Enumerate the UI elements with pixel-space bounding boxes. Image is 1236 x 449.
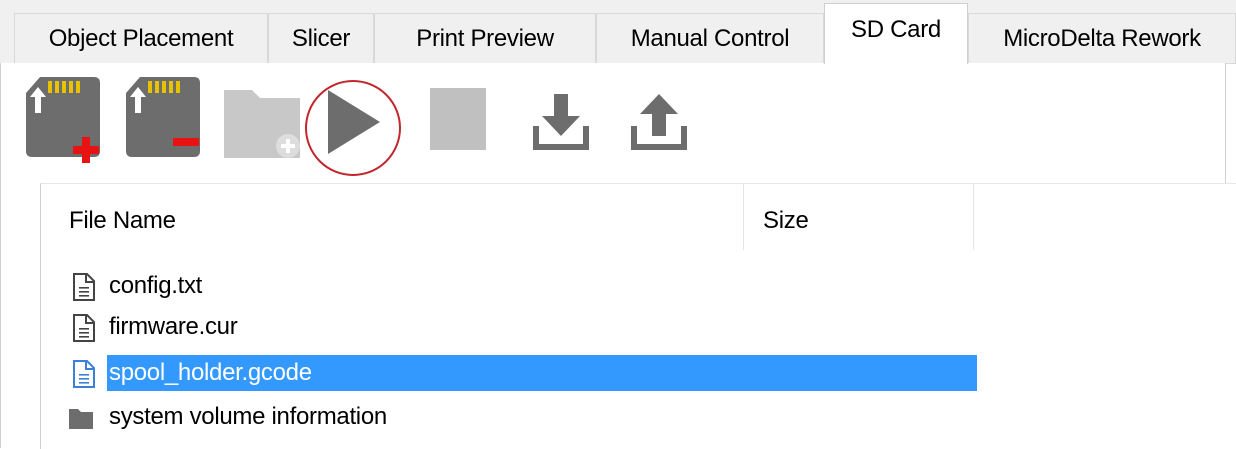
tab-print-preview[interactable]: Print Preview — [374, 13, 596, 63]
eject-sd-card-button[interactable] — [124, 75, 206, 165]
tab-microdelta-rework[interactable]: MicroDelta Rework — [968, 13, 1236, 63]
stop-button[interactable] — [428, 86, 490, 154]
new-folder-button[interactable] — [222, 86, 306, 164]
upload-button[interactable] — [628, 92, 690, 154]
insert-sd-card-button[interactable] — [24, 75, 106, 165]
file-name: config.txt — [109, 272, 203, 299]
tab-slicer[interactable]: Slicer — [268, 13, 374, 63]
file-list[interactable]: File Name Size config.txt firmware.cur s… — [40, 183, 1236, 449]
download-icon — [533, 94, 589, 150]
column-header-file-name[interactable]: File Name — [69, 184, 749, 250]
file-icon — [73, 273, 95, 301]
file-icon — [73, 360, 95, 388]
sd-card-remove-icon — [126, 77, 200, 157]
file-name: spool_holder.gcode — [107, 355, 977, 391]
column-separator[interactable] — [973, 184, 974, 250]
stop-icon — [430, 88, 486, 150]
folder-name: system volume information — [109, 403, 387, 430]
upload-icon — [631, 94, 687, 150]
tab-object-placement[interactable]: Object Placement — [14, 13, 268, 63]
new-folder-icon — [224, 90, 300, 158]
file-row-system-volume-information[interactable]: system volume information — [65, 399, 975, 435]
column-header-size[interactable]: Size — [763, 184, 963, 250]
file-row-spool-holder[interactable]: spool_holder.gcode — [65, 355, 977, 391]
download-button[interactable] — [530, 92, 592, 154]
file-icon — [73, 314, 95, 342]
file-name: firmware.cur — [109, 313, 238, 340]
file-row-config[interactable]: config.txt — [65, 268, 975, 304]
sd-card-add-icon — [26, 77, 100, 163]
folder-icon — [69, 409, 93, 429]
highlight-ring — [305, 80, 401, 176]
tab-strip: Object Placement Slicer Print Preview Ma… — [0, 0, 1236, 64]
column-separator[interactable] — [743, 184, 744, 250]
tab-sd-card[interactable]: SD Card — [824, 3, 968, 64]
tab-manual-control[interactable]: Manual Control — [596, 13, 824, 63]
file-row-firmware[interactable]: firmware.cur — [65, 309, 975, 345]
